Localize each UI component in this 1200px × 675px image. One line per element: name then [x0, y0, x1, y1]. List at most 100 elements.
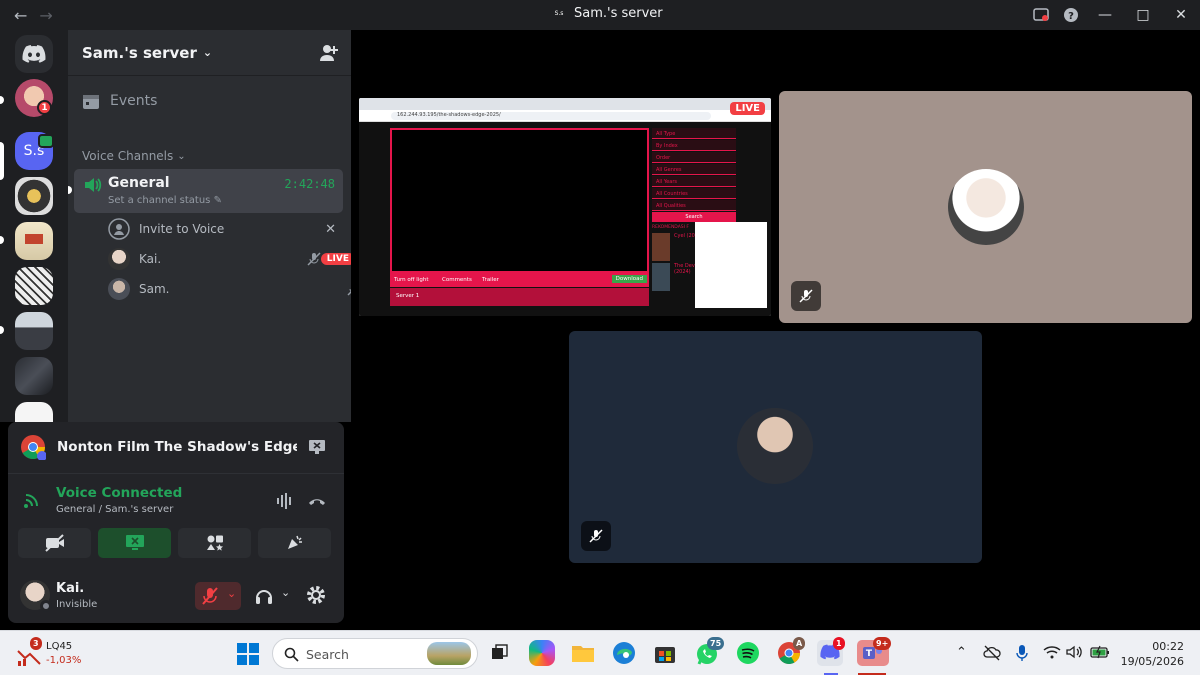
stream-title: Nonton Film The Shadow's Edge (2... — [57, 439, 297, 455]
maximize-button[interactable]: □ — [1124, 0, 1162, 30]
onedrive-off-icon[interactable] — [983, 645, 1001, 661]
noise-suppression-icon[interactable] — [275, 492, 293, 510]
channel-status-input[interactable]: Set a channel status ✎ — [108, 195, 222, 206]
member-name: Kai. — [139, 252, 162, 266]
edge-icon[interactable] — [611, 640, 637, 666]
server-header[interactable]: Sam.'s server ⌄ — [68, 30, 351, 76]
wifi-icon[interactable] — [1043, 645, 1061, 659]
voice-panel: Nonton Film The Shadow's Edge (2... Voic… — [8, 422, 344, 623]
camera-button[interactable] — [18, 528, 91, 558]
minimize-button[interactable]: — — [1086, 0, 1124, 30]
svg-text:?: ? — [1068, 11, 1074, 22]
server-bar: Server 1 — [390, 288, 649, 306]
filter-item: All Countries — [652, 188, 736, 199]
browser-tabstrip — [359, 98, 771, 110]
server-avatar-dark[interactable] — [15, 357, 53, 395]
events-link[interactable]: Events — [82, 92, 157, 110]
discord-badge: 1 — [833, 637, 845, 650]
participant-avatar — [948, 169, 1024, 245]
chrome-icon — [21, 435, 46, 460]
mic-muted-icon — [799, 289, 813, 303]
player-control-trailer: Trailer — [482, 277, 499, 283]
disconnect-icon[interactable] — [307, 492, 327, 510]
forward-arrow-icon[interactable]: → — [39, 6, 52, 25]
taskbar-clock[interactable]: 00:22 19/05/2026 — [1121, 639, 1184, 669]
soundboard-icon — [287, 535, 302, 549]
server-avatar-sign[interactable] — [15, 222, 53, 260]
settings-gear-icon[interactable] — [306, 585, 326, 605]
player-control-light: Turn off light — [394, 277, 429, 283]
user-panel: Kai. Invisible ⌄ ⌄ — [8, 572, 344, 623]
screen-share-button[interactable] — [98, 528, 171, 558]
chrome-profile-badge: A — [793, 637, 806, 650]
store-icon[interactable] — [652, 640, 678, 666]
address-bar: 162.244.93.195/the-shadows-edge-2025/ — [391, 112, 711, 120]
headphones-icon[interactable] — [254, 586, 274, 606]
channel-sidebar: Sam.'s server ⌄ Events Voice Channels ⌄ … — [68, 30, 361, 422]
player-controls: Turn off light Comments Trailer Download — [390, 273, 649, 287]
server-avatar-partial[interactable] — [15, 402, 53, 422]
stock-change: -1,03% — [46, 655, 82, 666]
activities-button[interactable] — [178, 528, 251, 558]
back-arrow-icon[interactable]: ← — [14, 6, 27, 25]
mic-muted-icon — [589, 529, 603, 543]
server-avatar-meme[interactable] — [15, 177, 53, 215]
soundboard-button[interactable] — [258, 528, 331, 558]
microphone-icon[interactable] — [1015, 644, 1029, 662]
member-name: Sam. — [139, 282, 170, 296]
voice-location[interactable]: General / Sam.'s server — [56, 504, 173, 515]
live-tag: LIVE — [730, 102, 765, 115]
server-name: Sam.'s server — [82, 43, 197, 62]
close-window-button[interactable]: ✕ — [1162, 0, 1200, 30]
dismiss-icon[interactable]: ✕ — [325, 222, 336, 237]
pencil-icon: ✎ — [213, 195, 222, 206]
spotify-icon[interactable] — [735, 640, 761, 666]
inbox-icon[interactable] — [1026, 0, 1056, 30]
call-stage: 162.244.93.195/the-shadows-edge-2025/ Tu… — [351, 30, 1200, 630]
taskbar-search[interactable]: Search — [272, 638, 478, 669]
signal-icon — [24, 494, 38, 508]
invite-to-voice-row[interactable]: Invite to Voice ✕ — [108, 216, 338, 242]
voice-connected-label[interactable]: Voice Connected — [56, 485, 182, 501]
member-row-sam[interactable]: Sam. — [108, 276, 363, 302]
events-label: Events — [110, 93, 158, 109]
chevron-down-icon[interactable]: ⌄ — [227, 587, 236, 600]
windows-taskbar: 3 LQ45 -1,03% Search 75 A 1 T 9+ ⌃ 00:22… — [0, 630, 1200, 675]
member-row-kai[interactable]: Kai. LIVE — [108, 246, 363, 272]
chevron-up-icon[interactable]: ⌃ — [956, 645, 967, 660]
channel-unread-pill — [68, 186, 72, 194]
poster-thumb — [652, 233, 670, 261]
stream-row: Nonton Film The Shadow's Edge (2... — [8, 422, 344, 474]
battery-charging-icon[interactable] — [1090, 645, 1110, 659]
chevron-down-icon[interactable]: ⌄ — [281, 586, 290, 599]
rec-title: Cyel (20 — [674, 233, 695, 239]
help-icon[interactable]: ? — [1056, 0, 1086, 30]
stock-badge: 3 — [30, 637, 42, 650]
add-member-icon[interactable] — [319, 43, 339, 63]
discord-home-button[interactable] — [15, 35, 53, 73]
filter-item: All Type — [652, 128, 736, 139]
unread-pill — [0, 96, 4, 104]
stock-widget[interactable]: 3 LQ45 -1,03% — [14, 637, 94, 671]
task-view-icon[interactable] — [486, 640, 512, 666]
stream-tile[interactable]: 162.244.93.195/the-shadows-edge-2025/ Tu… — [359, 98, 771, 316]
copilot-icon[interactable] — [529, 640, 555, 666]
voice-channels-label: Voice Channels — [82, 149, 174, 163]
member-avatar — [108, 278, 130, 300]
volume-icon[interactable] — [1066, 645, 1084, 659]
stop-stream-icon[interactable] — [308, 439, 326, 455]
mute-button[interactable]: ⌄ — [195, 582, 241, 610]
participant-tile-sam[interactable] — [569, 331, 982, 563]
voice-channel-general[interactable]: General Set a channel status ✎ 2:42:48 — [74, 169, 343, 213]
mic-muted-icon — [202, 587, 218, 605]
voice-channels-category[interactable]: Voice Channels ⌄ — [82, 149, 186, 163]
address-url: 162.244.93.195/the-shadows-edge-2025/ — [397, 112, 501, 118]
activities-icon — [206, 535, 223, 551]
windows-start-icon[interactable] — [237, 643, 259, 665]
chevron-down-icon: ⌄ — [177, 150, 186, 162]
unread-pill-2 — [0, 236, 4, 244]
server-avatar-photo[interactable] — [15, 312, 53, 350]
server-avatar-manga[interactable] — [15, 267, 53, 305]
participant-tile-kai[interactable] — [779, 91, 1192, 323]
file-explorer-icon[interactable] — [570, 640, 596, 666]
